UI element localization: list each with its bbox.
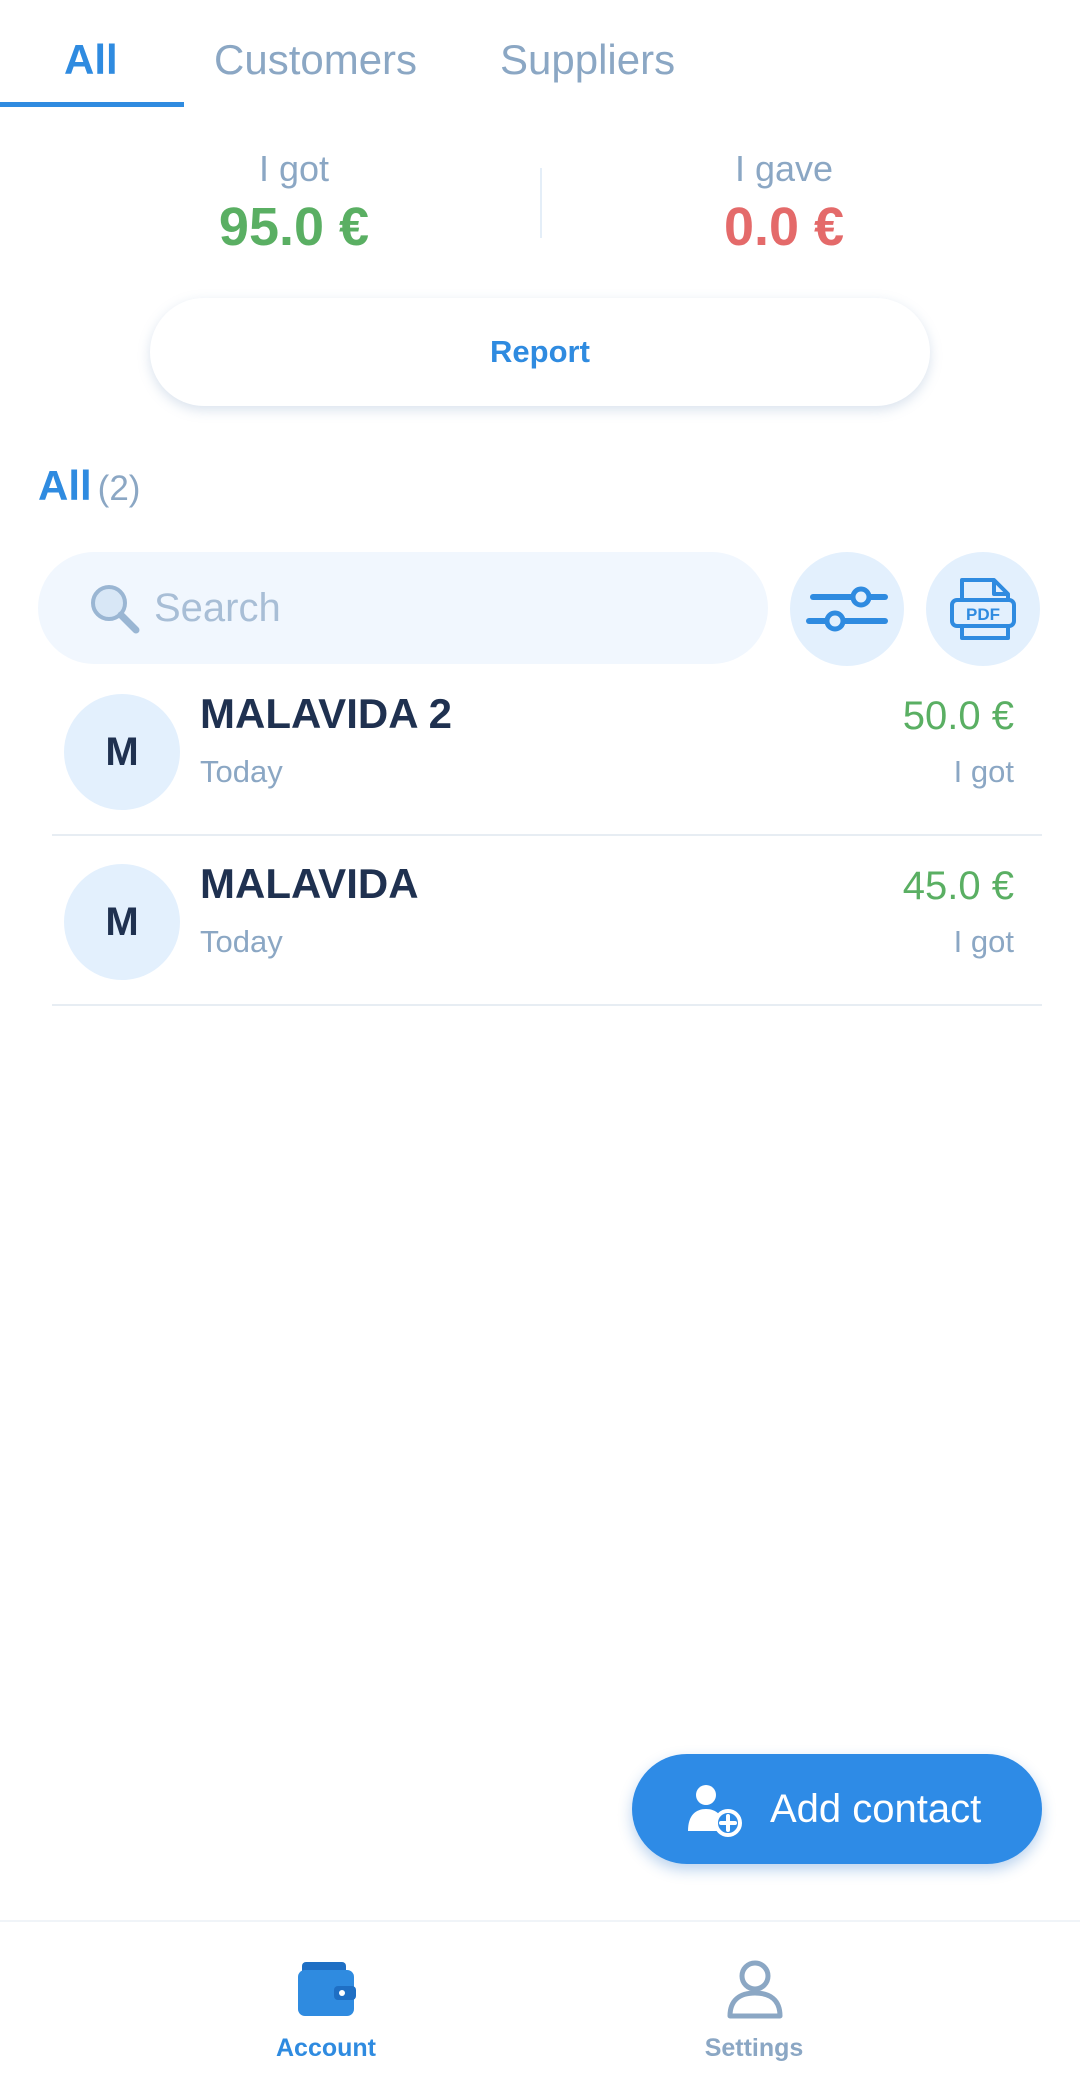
tab-suppliers[interactable]: Suppliers	[500, 36, 675, 84]
contact-row[interactable]: M MALAVIDA Today 45.0 € I got	[52, 844, 1042, 1014]
add-contact-button[interactable]: Add contact	[632, 1754, 1042, 1864]
tab-customers[interactable]: Customers	[214, 36, 417, 84]
active-tab-indicator	[0, 102, 184, 107]
search-placeholder: Search	[154, 585, 281, 630]
row-divider	[52, 834, 1042, 836]
row-divider	[52, 1004, 1042, 1006]
bottom-nav: Account Settings	[0, 1920, 1080, 2080]
search-icon	[91, 585, 140, 634]
search-input[interactable]: Search	[38, 552, 768, 664]
got-label: I got	[258, 148, 330, 189]
contact-type: I got	[953, 754, 1014, 789]
nav-account[interactable]: Account	[206, 1934, 446, 2074]
report-button[interactable]: Report	[150, 298, 930, 406]
wallet-icon	[298, 1962, 356, 2016]
add-user-icon	[688, 1785, 742, 1837]
user-icon	[727, 1960, 783, 2019]
section-count: (2)	[97, 469, 141, 508]
gave-value: 0.0 €	[723, 197, 845, 257]
pdf-icon: PDF	[950, 578, 1016, 640]
gave-label: I gave	[734, 148, 834, 189]
contact-date: Today	[200, 924, 283, 959]
nav-settings[interactable]: Settings	[634, 1934, 874, 2074]
section-title: All (2)	[38, 462, 140, 510]
contact-row[interactable]: M MALAVIDA 2 Today 50.0 € I got	[52, 674, 1042, 844]
tab-bar: All Customers Suppliers	[0, 0, 1080, 108]
nav-settings-label: Settings	[704, 2034, 804, 2062]
sliders-icon	[806, 586, 888, 632]
avatar: M	[64, 694, 180, 810]
tab-all[interactable]: All	[64, 36, 118, 84]
contact-amount: 45.0 €	[902, 864, 1014, 908]
contact-name: MALAVIDA	[200, 860, 419, 907]
nav-account-label: Account	[276, 2034, 376, 2062]
contact-date: Today	[200, 754, 283, 789]
contact-amount: 50.0 €	[902, 694, 1014, 738]
got-value: 95.0 €	[218, 197, 370, 257]
summary-divider	[540, 168, 542, 238]
contact-name: MALAVIDA 2	[200, 690, 452, 737]
filter-button[interactable]	[790, 552, 904, 666]
pdf-export-button[interactable]: PDF	[926, 552, 1040, 666]
contact-type: I got	[953, 924, 1014, 959]
pdf-icon-text: PDF	[966, 605, 1000, 624]
section-title-label: All	[38, 462, 92, 509]
avatar: M	[64, 864, 180, 980]
add-contact-label: Add contact	[770, 1786, 982, 1831]
